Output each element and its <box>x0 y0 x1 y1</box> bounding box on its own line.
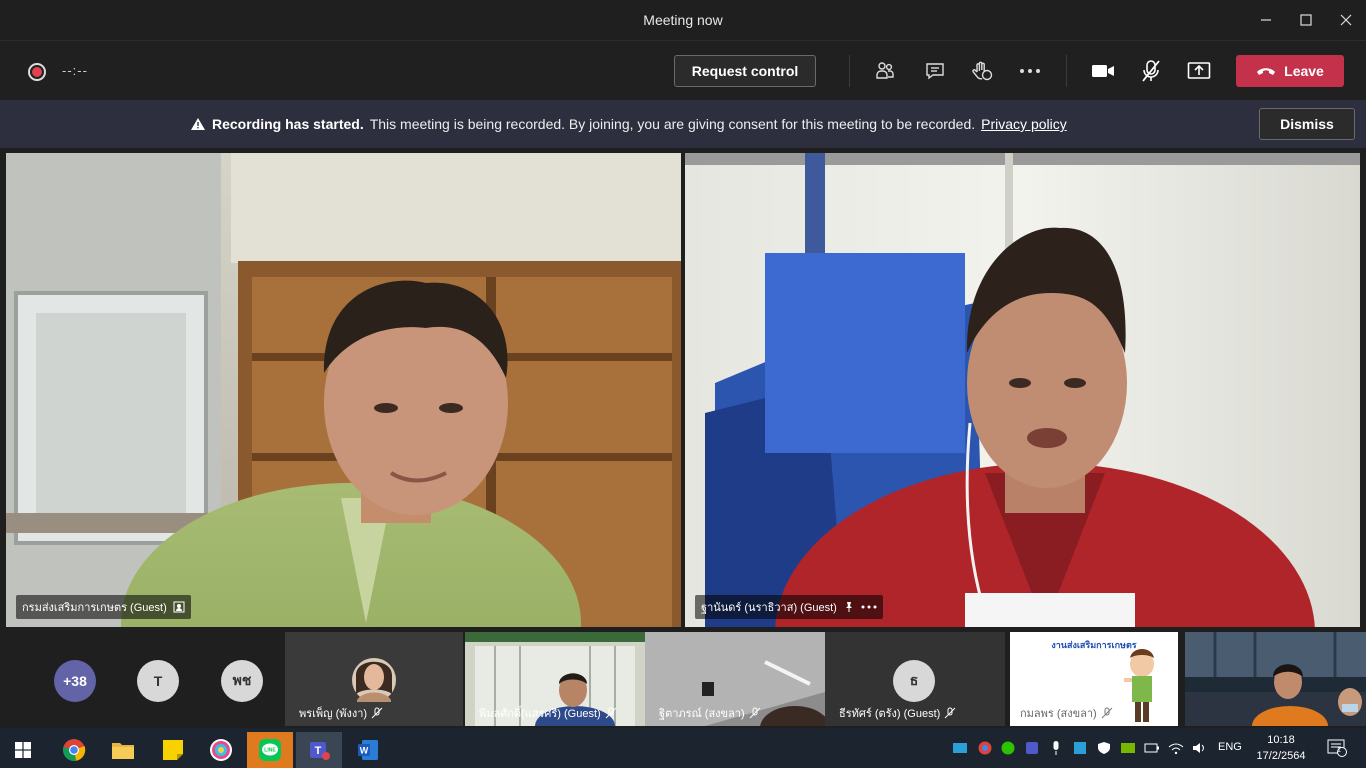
camera-icon[interactable] <box>1088 57 1118 85</box>
window-controls <box>1246 0 1366 40</box>
notification-count: 1 <box>1337 747 1341 754</box>
chrome-icon[interactable] <box>51 732 97 768</box>
participant-name-label: พิมลศักดิ์(แสรศรี) (Guest) <box>479 704 617 722</box>
microphone-muted-icon <box>749 707 761 719</box>
avatar[interactable]: พช <box>221 660 263 702</box>
dismiss-button[interactable]: Dismiss <box>1259 108 1355 140</box>
hang-up-icon <box>1257 68 1276 75</box>
teams-icon[interactable]: T <box>296 732 342 768</box>
participant-thumbnail[interactable] <box>1185 632 1366 726</box>
title-bar: Meeting now <box>0 0 1366 40</box>
tray-nvidia-icon[interactable] <box>1120 740 1136 756</box>
participant-name: ฐานันดร์ (นราธิวาส) (Guest) <box>701 602 837 614</box>
pin-icon <box>845 602 852 612</box>
tray-wifi-icon[interactable] <box>1168 740 1184 756</box>
input-language[interactable]: ENG <box>1218 741 1242 753</box>
tray-chrome-icon[interactable] <box>977 740 993 756</box>
svg-text:T: T <box>315 745 322 757</box>
sticky-notes-icon[interactable] <box>150 732 196 768</box>
microphone-muted-icon <box>944 707 956 719</box>
word-icon[interactable]: W <box>345 732 391 768</box>
tray-battery-icon[interactable] <box>1144 740 1160 756</box>
raise-hand-icon[interactable] <box>967 57 997 85</box>
participant-video <box>685 153 1360 627</box>
leave-label: Leave <box>1284 63 1324 79</box>
share-screen-icon[interactable] <box>1184 57 1214 85</box>
tray-teams-icon[interactable] <box>1024 740 1040 756</box>
participant-thumbnail[interactable]: พรเพ็ญ (พังงา) <box>285 632 463 726</box>
tray-network-app-icon[interactable] <box>952 740 968 756</box>
participant-name: ฐิตาภรณ์ (สงขลา) <box>659 708 745 720</box>
participant-name-label: กรมส่งเสริมการเกษตร (Guest) <box>16 595 191 619</box>
windows-start-icon[interactable] <box>0 732 46 768</box>
close-icon[interactable] <box>1326 0 1366 40</box>
microphone-muted-icon[interactable] <box>1136 57 1166 85</box>
clock-time: 10:18 <box>1267 734 1295 746</box>
clock-date: 17/2/2564 <box>1256 750 1306 762</box>
participants-icon[interactable] <box>870 57 900 85</box>
svg-text:W: W <box>360 746 369 756</box>
request-control-button[interactable]: Request control <box>674 55 816 87</box>
participant-thumbnail[interactable]: งานส่งเสริมการเกษตร กมลพร (สงขลา) <box>1010 632 1178 726</box>
file-explorer-icon[interactable] <box>100 732 146 768</box>
tray-app-icon[interactable] <box>1072 740 1088 756</box>
participant-name-label: ธีรทัศร์ (ตรัง) (Guest) <box>839 704 956 722</box>
maximize-icon[interactable] <box>1286 0 1326 40</box>
participant-video <box>1185 632 1366 726</box>
meeting-timer: --:-- <box>62 63 88 78</box>
banner-body: This meeting is being recorded. By joini… <box>369 116 976 132</box>
video-tile[interactable]: กรมส่งเสริมการเกษตร (Guest) <box>6 153 681 627</box>
notification-center-icon[interactable]: 1 <box>1326 739 1348 757</box>
photos-app-icon[interactable] <box>198 732 244 768</box>
leave-button[interactable]: Leave <box>1236 55 1344 87</box>
microphone-muted-icon <box>605 707 617 719</box>
privacy-policy-link[interactable]: Privacy policy <box>981 116 1067 132</box>
participant-name: กมลพร (สงขลา) <box>1020 708 1097 720</box>
participant-thumbnail[interactable]: ธ ธีรทัศร์ (ตรัง) (Guest) <box>825 632 1005 726</box>
toolbar-divider <box>849 55 850 87</box>
tray-wechat-icon[interactable] <box>1000 740 1016 756</box>
line-app-icon[interactable]: LINE <box>247 732 293 768</box>
banner-heading: Recording has started. <box>212 116 364 132</box>
svg-text:LINE: LINE <box>264 748 276 754</box>
warning-icon <box>191 118 205 130</box>
windows-taskbar: LINE T W ENG 10:18 17/2/2564 1 <box>0 728 1366 768</box>
toolbar-divider <box>1066 55 1067 87</box>
participant-name: ธีรทัศร์ (ตรัง) (Guest) <box>839 708 941 720</box>
recording-banner: Recording has started. This meeting is b… <box>0 100 1366 148</box>
banner-message: Recording has started. This meeting is b… <box>190 116 1067 132</box>
recording-indicator-icon <box>28 63 46 81</box>
more-options-icon[interactable] <box>861 605 877 609</box>
participant-name: พรเพ็ญ (พังงา) <box>299 708 368 720</box>
taskbar-clock[interactable]: 10:18 17/2/2564 <box>1255 732 1307 764</box>
participant-name-label: ฐานันดร์ (นราธิวาส) (Guest) <box>695 595 883 619</box>
participant-name-label: ฐิตาภรณ์ (สงขลา) <box>659 704 761 722</box>
participant-name: กรมส่งเสริมการเกษตร (Guest) <box>22 602 167 614</box>
tray-microphone-icon[interactable] <box>1048 740 1064 756</box>
window-title: Meeting now <box>643 12 723 28</box>
presenter-icon <box>173 601 185 613</box>
chat-icon[interactable] <box>920 57 950 85</box>
participant-thumbnail[interactable]: พิมลศักดิ์(แสรศรี) (Guest) <box>465 632 645 726</box>
overflow-participants-button[interactable]: +38 <box>54 660 96 702</box>
participant-name-label: กมลพร (สงขลา) <box>1020 704 1113 722</box>
minimize-icon[interactable] <box>1246 0 1286 40</box>
avatar[interactable]: T <box>137 660 179 702</box>
tray-volume-icon[interactable] <box>1192 740 1208 756</box>
participant-name-label: พรเพ็ญ (พังงา) <box>299 704 383 722</box>
participant-thumbnail[interactable]: ฐิตาภรณ์ (สงขลา) <box>645 632 825 726</box>
video-tile[interactable]: ฐานันดร์ (นราธิวาส) (Guest) <box>685 153 1360 627</box>
more-options-icon[interactable] <box>1015 57 1045 85</box>
participant-name: พิมลศักดิ์(แสรศรี) (Guest) <box>479 708 601 720</box>
meeting-toolbar: --:-- Request control Leave <box>0 40 1366 100</box>
microphone-muted-icon <box>371 707 383 719</box>
microphone-muted-icon <box>1101 707 1113 719</box>
avatar: ธ <box>893 660 935 702</box>
tray-security-icon[interactable] <box>1096 740 1112 756</box>
participant-video <box>6 153 681 627</box>
